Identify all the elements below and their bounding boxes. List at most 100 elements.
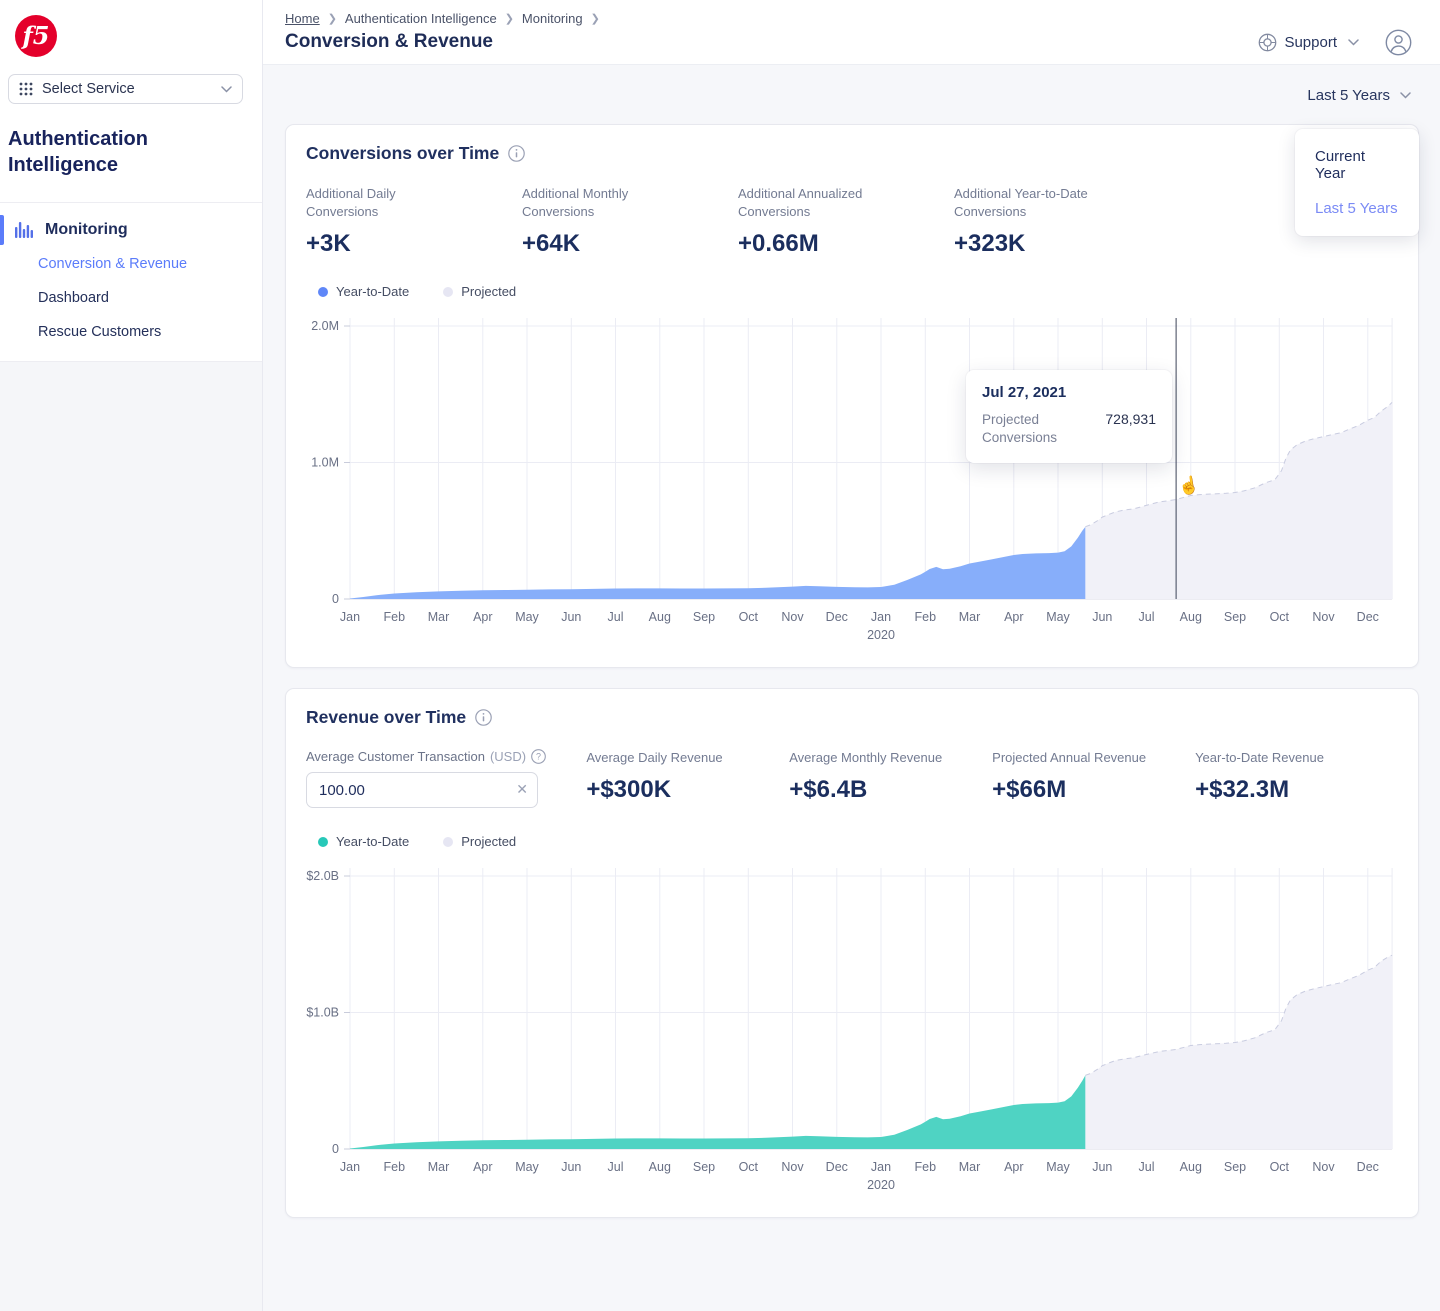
tooltip-series-label: Projected Conversions — [982, 411, 1077, 447]
svg-text:Jul: Jul — [1139, 610, 1155, 624]
support-label: Support — [1284, 34, 1337, 51]
help-icon[interactable]: ? — [531, 749, 546, 764]
f5-logo[interactable]: f5 — [15, 15, 57, 57]
info-icon[interactable] — [475, 709, 492, 726]
svg-text:Nov: Nov — [1312, 1160, 1335, 1174]
conversions-chart[interactable]: 01.0M2.0MJanFebMarAprMayJunJulAugSepOctN… — [306, 311, 1398, 645]
svg-text:Oct: Oct — [739, 610, 759, 624]
svg-text:Nov: Nov — [781, 1160, 804, 1174]
monitoring-chart-icon — [15, 222, 33, 238]
stat-additional-annualized-conversions: Additional Annualized Conversions +0.66M — [738, 185, 954, 258]
stat-ytd-revenue: Year-to-Date Revenue +$32.3M — [1195, 749, 1398, 808]
svg-text:Feb: Feb — [915, 610, 937, 624]
svg-text:Feb: Feb — [384, 610, 406, 624]
sidebar-item-conversion-revenue[interactable]: Conversion & Revenue — [0, 247, 262, 281]
content-area: Last 5 Years Current Year Last 5 Years C… — [263, 65, 1440, 1311]
svg-text:Dec: Dec — [826, 610, 848, 624]
chevron-down-icon — [1400, 92, 1411, 99]
sidebar-filler — [0, 362, 262, 1311]
page-title: Conversion & Revenue — [285, 31, 600, 53]
sidebar-section-label: Monitoring — [45, 221, 128, 239]
conversions-stats: Additional Daily Conversions +3K Additio… — [306, 185, 1398, 258]
svg-text:Jan: Jan — [340, 610, 360, 624]
legend-item-ytd[interactable]: Year-to-Date — [318, 834, 409, 849]
breadcrumb-authentication-intelligence[interactable]: Authentication Intelligence — [345, 11, 497, 26]
svg-text:Jan: Jan — [340, 1160, 360, 1174]
svg-text:☝: ☝ — [1177, 474, 1201, 498]
average-transaction-group: Average Customer Transaction (USD) ? ✕ — [306, 749, 586, 808]
revenue-card: Revenue over Time Average Customer Trans… — [285, 688, 1419, 1218]
time-range-option-last-5-years[interactable]: Last 5 Years — [1295, 191, 1419, 226]
svg-text:$2.0B: $2.0B — [306, 869, 339, 883]
account-avatar-icon[interactable] — [1385, 29, 1412, 56]
projected-legend-dot — [443, 837, 453, 847]
svg-text:May: May — [1046, 1160, 1070, 1174]
transaction-input-label: Average Customer Transaction — [306, 749, 485, 764]
svg-text:1.0M: 1.0M — [311, 456, 339, 470]
tooltip-date: Jul 27, 2021 — [982, 384, 1156, 401]
support-menu[interactable]: Support — [1258, 33, 1359, 52]
chevron-down-icon — [221, 86, 232, 93]
revenue-stats: Average Customer Transaction (USD) ? ✕ — [306, 749, 1398, 808]
stat-additional-daily-conversions: Additional Daily Conversions +3K — [306, 185, 522, 258]
sidebar-item-dashboard[interactable]: Dashboard — [0, 281, 262, 315]
svg-text:0: 0 — [332, 1142, 339, 1156]
svg-text:?: ? — [536, 752, 541, 762]
active-section-accent — [0, 215, 4, 245]
svg-text:Oct: Oct — [1270, 610, 1290, 624]
svg-text:Aug: Aug — [1180, 1160, 1202, 1174]
stat-average-monthly-revenue: Average Monthly Revenue +$6.4B — [789, 749, 992, 808]
time-range-menu: Current Year Last 5 Years — [1295, 129, 1419, 236]
svg-text:Jun: Jun — [561, 1160, 581, 1174]
svg-text:Apr: Apr — [473, 610, 492, 624]
f5-logo-text: f5 — [22, 21, 49, 50]
conversions-legend: Year-to-Date Projected — [306, 284, 1398, 299]
svg-text:Apr: Apr — [1004, 1160, 1023, 1174]
svg-text:Apr: Apr — [1004, 610, 1023, 624]
svg-text:Mar: Mar — [959, 610, 981, 624]
svg-text:$1.0B: $1.0B — [306, 1006, 339, 1020]
apps-grid-icon — [19, 82, 33, 96]
svg-text:0: 0 — [332, 592, 339, 606]
sidebar-item-monitoring[interactable]: Monitoring — [0, 213, 262, 247]
average-transaction-input[interactable] — [306, 772, 538, 808]
time-range-select[interactable]: Last 5 Years — [1307, 87, 1411, 104]
time-range-option-current-year[interactable]: Current Year — [1295, 139, 1419, 191]
top-header: Home ❯ Authentication Intelligence ❯ Mon… — [263, 0, 1440, 65]
svg-text:Jul: Jul — [608, 1160, 624, 1174]
svg-text:Oct: Oct — [1270, 1160, 1290, 1174]
revenue-card-title: Revenue over Time — [306, 707, 466, 728]
svg-text:Mar: Mar — [428, 610, 450, 624]
sidebar-nav: Monitoring Conversion & Revenue Dashboar… — [0, 202, 262, 362]
projected-legend-dot — [443, 287, 453, 297]
svg-text:Sep: Sep — [1224, 1160, 1246, 1174]
stat-average-daily-revenue: Average Daily Revenue +$300K — [586, 749, 789, 808]
breadcrumb-monitoring[interactable]: Monitoring — [522, 11, 583, 26]
legend-item-projected[interactable]: Projected — [443, 284, 516, 299]
select-service-dropdown[interactable]: Select Service — [8, 74, 243, 104]
transaction-input-unit: (USD) — [490, 749, 526, 764]
legend-item-projected[interactable]: Projected — [443, 834, 516, 849]
life-ring-icon — [1258, 33, 1277, 52]
breadcrumb-home[interactable]: Home — [285, 11, 320, 26]
time-range-selected-label: Last 5 Years — [1307, 87, 1390, 104]
svg-text:Sep: Sep — [1224, 610, 1246, 624]
revenue-legend: Year-to-Date Projected — [306, 834, 1398, 849]
conversions-card-title: Conversions over Time — [306, 143, 499, 164]
clear-input-icon[interactable]: ✕ — [516, 781, 528, 798]
sidebar-item-rescue-customers[interactable]: Rescue Customers — [0, 315, 262, 349]
revenue-chart[interactable]: 0$1.0B$2.0BJanFebMarAprMayJunJulAugSepOc… — [306, 861, 1398, 1195]
svg-text:Jul: Jul — [608, 610, 624, 624]
tooltip-value: 728,931 — [1105, 411, 1156, 447]
svg-text:Apr: Apr — [473, 1160, 492, 1174]
chart-tooltip: Jul 27, 2021 Projected Conversions 728,9… — [966, 370, 1172, 463]
svg-text:2020: 2020 — [867, 628, 895, 642]
info-icon[interactable] — [508, 145, 525, 162]
legend-item-ytd[interactable]: Year-to-Date — [318, 284, 409, 299]
stat-additional-monthly-conversions: Additional Monthly Conversions +64K — [522, 185, 738, 258]
svg-text:Feb: Feb — [915, 1160, 937, 1174]
svg-text:Aug: Aug — [1180, 610, 1202, 624]
svg-text:2020: 2020 — [867, 1178, 895, 1192]
svg-text:Aug: Aug — [649, 610, 671, 624]
svg-text:Dec: Dec — [826, 1160, 848, 1174]
